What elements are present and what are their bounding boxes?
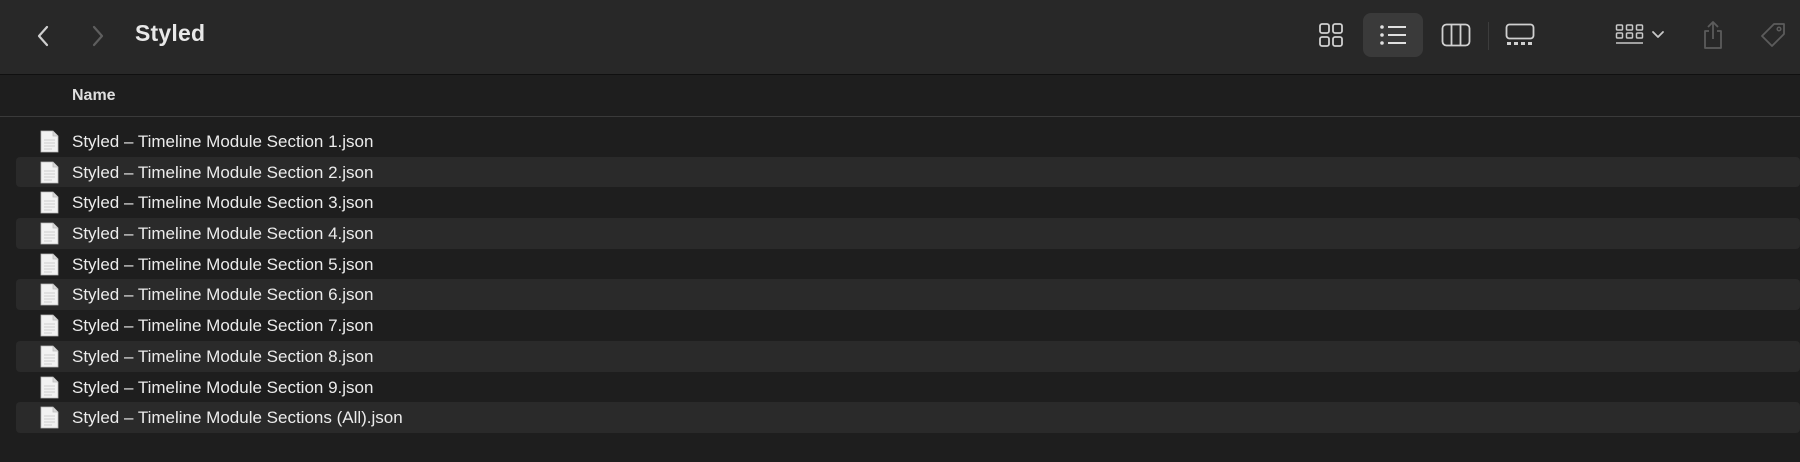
chevron-left-icon — [37, 25, 49, 47]
tags-button[interactable] — [1748, 13, 1798, 57]
document-icon — [40, 191, 59, 214]
toolbar-divider — [1488, 22, 1489, 50]
file-name: Styled – Timeline Module Section 3.json — [72, 193, 374, 213]
file-list: Styled – Timeline Module Section 1.json … — [16, 126, 1800, 433]
file-name: Styled – Timeline Module Section 7.json — [72, 316, 374, 336]
chevron-right-icon — [92, 25, 104, 47]
window-title: Styled — [135, 20, 206, 46]
document-icon — [40, 284, 59, 306]
gallery-icon — [1505, 23, 1535, 45]
file-row[interactable]: Styled – Timeline Module Section 3.json — [16, 187, 1800, 218]
group-by-icon — [1615, 24, 1644, 44]
file-name: Styled – Timeline Module Section 2.json — [72, 162, 374, 182]
name-column-header[interactable]: Name — [72, 87, 116, 105]
file-row[interactable]: Styled – Timeline Module Section 8.json — [16, 340, 1800, 372]
file-name: Styled – Timeline Module Sections (All).… — [72, 408, 403, 428]
file-row[interactable]: Styled – Timeline Module Section 6.json — [16, 279, 1800, 311]
share-button[interactable] — [1688, 13, 1738, 57]
document-icon — [40, 345, 59, 368]
columns-icon — [1441, 23, 1471, 47]
file-name: Styled – Timeline Module Section 4.json — [72, 224, 374, 244]
icon-view-button[interactable] — [1306, 13, 1356, 57]
document-icon — [40, 130, 59, 153]
file-row[interactable]: Styled – Timeline Module Section 5.json — [16, 249, 1800, 280]
file-name: Styled – Timeline Module Section 6.json — [72, 285, 374, 305]
file-row[interactable]: Styled – Timeline Module Sections (All).… — [16, 402, 1800, 433]
column-view-button[interactable] — [1429, 13, 1483, 57]
gallery-view-button[interactable] — [1494, 13, 1546, 57]
document-icon — [40, 406, 59, 429]
document-icon — [40, 222, 59, 245]
tag-icon — [1761, 23, 1785, 47]
file-row[interactable]: Styled – Timeline Module Section 7.json — [16, 310, 1800, 341]
toolbar: Styled — [0, 0, 1800, 75]
file-name: Styled – Timeline Module Section 9.json — [72, 377, 374, 397]
file-row[interactable]: Styled – Timeline Module Section 1.json — [16, 126, 1800, 157]
share-icon — [1704, 21, 1722, 49]
document-icon — [40, 376, 59, 398]
document-icon — [40, 314, 59, 337]
chevron-down-icon — [1652, 31, 1664, 38]
group-by-button[interactable] — [1600, 13, 1680, 57]
file-name: Styled – Timeline Module Section 8.json — [72, 346, 374, 366]
forward-button[interactable] — [80, 18, 116, 54]
finder-window: Styled Name Styled – Timeline Module Sec… — [0, 0, 1800, 462]
document-icon — [40, 253, 59, 276]
file-name: Styled – Timeline Module Section 5.json — [72, 254, 374, 274]
file-row[interactable]: Styled – Timeline Module Section 4.json — [16, 218, 1800, 249]
column-header: Name — [0, 76, 1800, 117]
list-icon — [1380, 25, 1406, 45]
back-button[interactable] — [25, 18, 61, 54]
grid-icon — [1319, 23, 1343, 47]
list-view-button[interactable] — [1363, 13, 1423, 57]
file-name: Styled – Timeline Module Section 1.json — [72, 132, 374, 151]
document-icon — [40, 161, 59, 184]
file-row[interactable]: Styled – Timeline Module Section 9.json — [16, 372, 1800, 403]
file-row[interactable]: Styled – Timeline Module Section 2.json — [16, 156, 1800, 188]
